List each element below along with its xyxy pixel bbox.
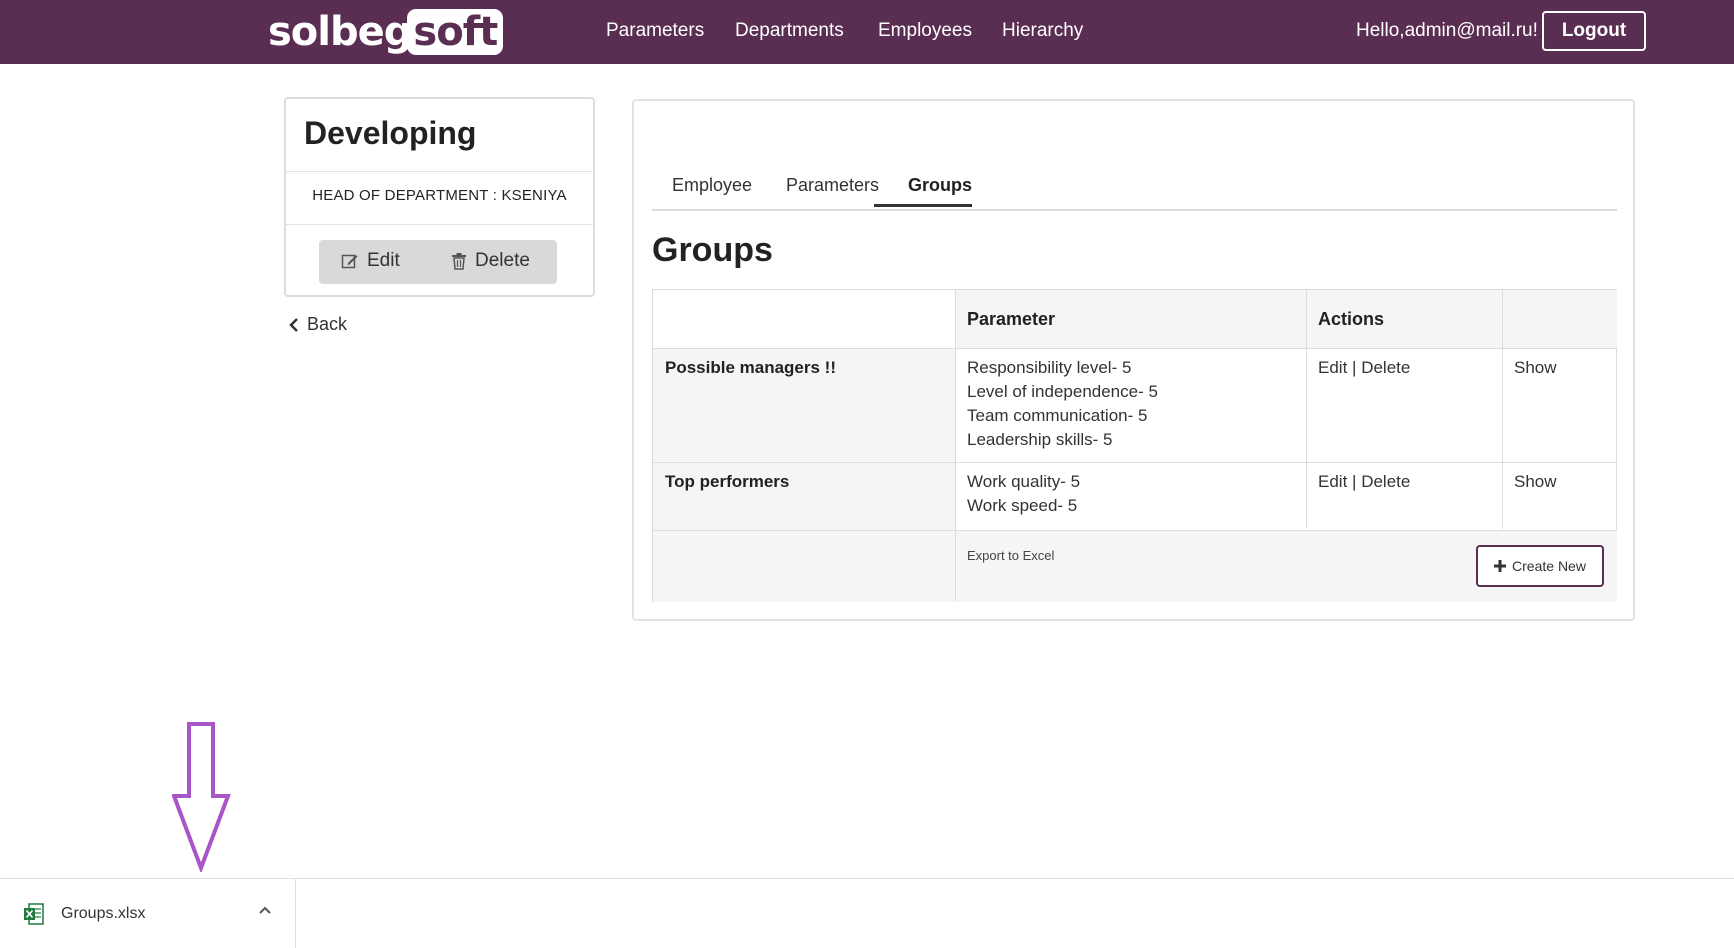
department-card: Developing HEAD OF DEPARTMENT : KSENIYA …: [284, 97, 595, 297]
delete-department-button[interactable]: Delete: [451, 250, 530, 272]
nav-employees[interactable]: Employees: [878, 20, 972, 42]
column-divider: [955, 290, 956, 601]
export-to-excel-link[interactable]: Export to Excel: [967, 544, 1054, 568]
down-arrow-annotation: [172, 722, 231, 872]
param-line: Responsibility level- 5: [967, 358, 1132, 377]
department-action-group: Edit Delete: [319, 240, 557, 284]
column-divider: [1502, 290, 1503, 529]
groups-card: Employee Parameters Groups Groups Parame…: [632, 99, 1635, 621]
param-line: Team communication- 5: [967, 406, 1148, 425]
edit-group-link[interactable]: Edit: [1318, 358, 1347, 377]
param-line: Work quality- 5: [967, 472, 1081, 491]
divider: [286, 224, 593, 225]
tab-parameters[interactable]: Parameters: [786, 175, 879, 196]
create-new-button[interactable]: Create New: [1476, 545, 1604, 587]
edit-icon: [341, 254, 358, 269]
nav-hierarchy[interactable]: Hierarchy: [1002, 20, 1083, 42]
divider: [286, 171, 593, 172]
edit-department-button[interactable]: Edit: [341, 250, 400, 272]
row-divider: [653, 348, 1616, 349]
tab-employee[interactable]: Employee: [672, 175, 752, 196]
nav-departments[interactable]: Departments: [735, 20, 844, 42]
delete-group-link[interactable]: Delete: [1361, 472, 1410, 491]
column-divider: [1306, 290, 1307, 529]
header-actions: Actions: [1318, 309, 1385, 329]
groups-table: Parameter Actions Possible managers !! R…: [652, 289, 1617, 602]
row-actions: Edit | Delete: [1318, 470, 1410, 494]
row-divider: [653, 462, 1616, 463]
param-line: Leadership skills- 5: [967, 430, 1113, 449]
top-navbar: solbegsoft Parameters Departments Employ…: [0, 0, 1734, 64]
logout-button[interactable]: Logout: [1542, 11, 1646, 51]
edit-group-link[interactable]: Edit: [1318, 472, 1347, 491]
download-filename: Groups.xlsx: [61, 905, 146, 922]
param-line: Work speed- 5: [967, 496, 1078, 515]
delete-group-link[interactable]: Delete: [1361, 358, 1410, 377]
group-name: Top performers: [665, 472, 790, 491]
back-label: Back: [307, 314, 348, 334]
delete-label: Delete: [475, 250, 530, 271]
active-tab-indicator: [874, 204, 972, 207]
excel-file-icon: [24, 903, 44, 925]
action-separator: |: [1352, 358, 1357, 377]
chevron-up-icon[interactable]: [258, 905, 272, 915]
page-title: Groups: [652, 231, 773, 269]
create-new-label: Create New: [1512, 558, 1586, 574]
tab-bar: Employee Parameters Groups: [652, 161, 1617, 211]
edit-label: Edit: [367, 250, 400, 271]
header-parameter: Parameter: [967, 309, 1056, 329]
download-bar: Groups.xlsx: [0, 878, 1734, 948]
user-greeting: Hello,admin@mail.ru!: [1356, 20, 1538, 41]
table-row-params: Work quality- 5 Work speed- 5: [967, 470, 1080, 518]
row-actions: Edit | Delete: [1318, 356, 1410, 380]
back-link[interactable]: Back: [289, 314, 347, 335]
param-line: Level of independence- 5: [967, 382, 1158, 401]
trash-icon: [452, 253, 466, 270]
show-group-link[interactable]: Show: [1514, 356, 1557, 380]
plus-icon: [1494, 560, 1507, 572]
head-of-department: HEAD OF DEPARTMENT : KSENIYA: [312, 187, 567, 204]
row-divider: [653, 530, 1616, 531]
download-item[interactable]: Groups.xlsx: [0, 879, 296, 948]
department-title: Developing: [304, 115, 477, 151]
tab-groups[interactable]: Groups: [908, 175, 972, 196]
group-name: Possible managers !!: [665, 358, 837, 377]
solbegsoft-logo[interactable]: solbegsoft: [268, 8, 504, 56]
action-separator: |: [1352, 472, 1357, 491]
chevron-left-icon: [289, 317, 298, 332]
show-group-link[interactable]: Show: [1514, 470, 1557, 494]
table-row-params: Responsibility level- 5 Level of indepen…: [967, 356, 1158, 452]
nav-parameters[interactable]: Parameters: [606, 20, 704, 42]
